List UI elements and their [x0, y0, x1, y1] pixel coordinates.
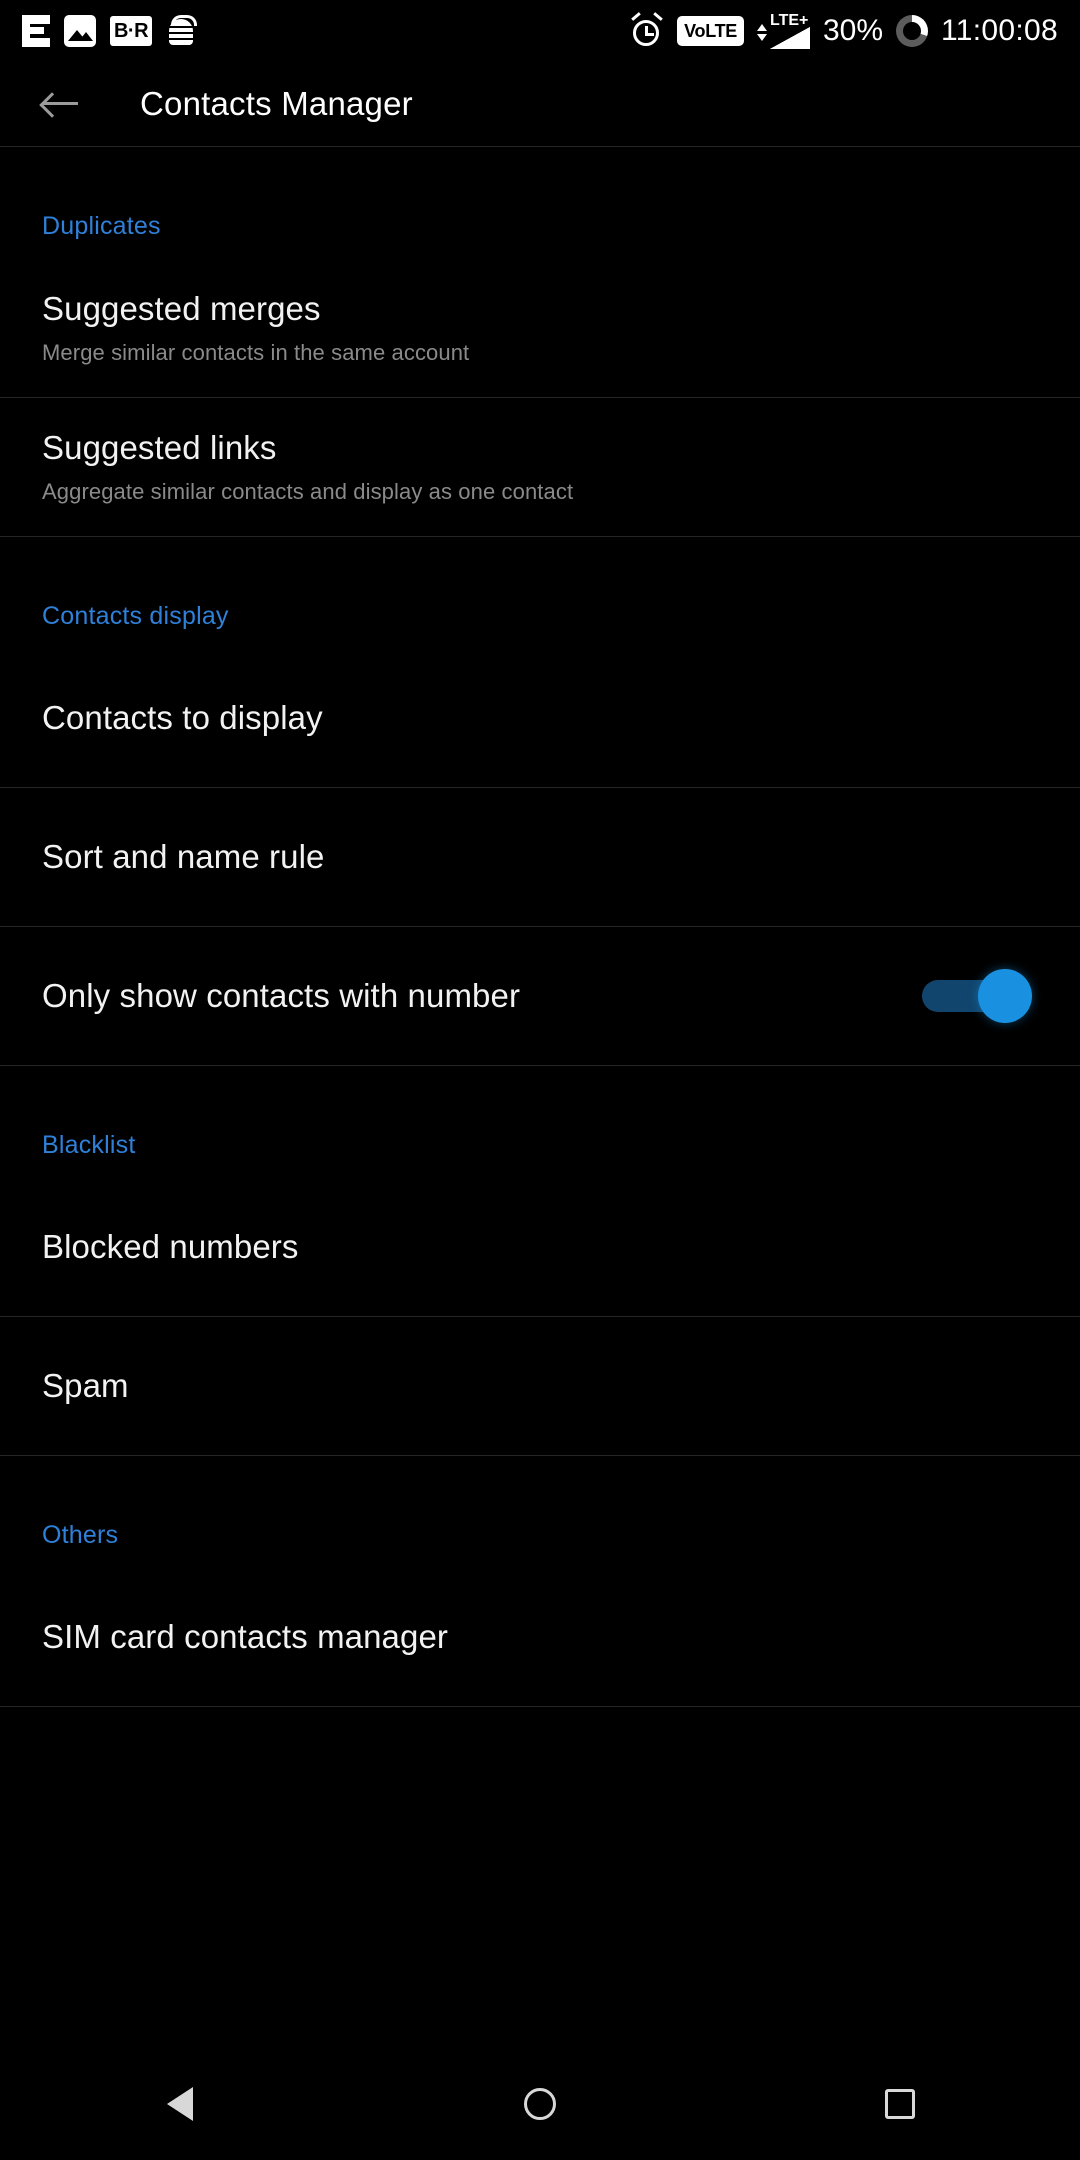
section-title: Others — [42, 1521, 119, 1549]
row-suggested-links[interactable]: Suggested links Aggregate similar contac… — [0, 398, 1080, 536]
volte-icon: VoLTE — [677, 16, 744, 46]
row-sim-card-contacts-manager[interactable]: SIM card contacts manager — [0, 1568, 1080, 1706]
section-header-blacklist: Blacklist — [0, 1066, 1080, 1178]
row-suggested-merges[interactable]: Suggested merges Merge similar contacts … — [0, 259, 1080, 397]
only-show-contacts-with-number-toggle[interactable] — [922, 964, 1032, 1028]
section-header-duplicates: Duplicates — [0, 147, 1080, 259]
clock-label: 11:00:08 — [941, 14, 1058, 47]
recents-square-icon — [885, 2089, 915, 2119]
nav-recents-button[interactable] — [825, 2048, 975, 2160]
row-spam[interactable]: Spam — [0, 1317, 1080, 1455]
row-title: SIM card contacts manager — [42, 1618, 449, 1655]
battery-percent-label: 30% — [823, 14, 884, 47]
row-subtitle: Merge similar contacts in the same accou… — [42, 340, 470, 365]
battery-icon — [896, 15, 929, 47]
page-title: Contacts Manager — [140, 85, 413, 122]
status-right-icons: VoLTE LTE+ 30% 11:00:08 — [630, 12, 1058, 49]
row-title: Suggested links — [42, 429, 277, 466]
app-bar: Contacts Manager — [0, 62, 1080, 146]
back-button[interactable] — [32, 75, 90, 133]
system-navigation-bar — [0, 2048, 1080, 2160]
row-title: Spam — [42, 1367, 129, 1404]
data-arrows-icon — [757, 15, 767, 49]
row-title: Only show contacts with number — [42, 977, 521, 1014]
nav-back-button[interactable] — [105, 2048, 255, 2160]
row-title: Contacts to display — [42, 699, 323, 736]
android-bug-icon — [166, 15, 197, 47]
status-bar: B·R VoLTE LTE+ 30% 11:00:08 — [0, 0, 1080, 62]
row-divider — [0, 1706, 1080, 1707]
signal-bars-icon — [770, 27, 810, 49]
row-title: Suggested merges — [42, 290, 321, 327]
br-badge-icon: B·R — [110, 16, 152, 46]
row-title: Blocked numbers — [42, 1228, 299, 1265]
settings-list: Duplicates Suggested merges Merge simila… — [0, 147, 1080, 1707]
network-type-label: LTE+ — [770, 12, 809, 29]
notification-e-icon — [22, 15, 50, 47]
section-header-others: Others — [0, 1456, 1080, 1568]
section-header-contacts-display: Contacts display — [0, 537, 1080, 649]
row-blocked-numbers[interactable]: Blocked numbers — [0, 1178, 1080, 1316]
section-title: Duplicates — [42, 212, 161, 240]
nav-home-button[interactable] — [465, 2048, 615, 2160]
row-only-show-contacts-with-number[interactable]: Only show contacts with number — [0, 927, 1080, 1065]
row-sort-and-name-rule[interactable]: Sort and name rule — [0, 788, 1080, 926]
toggle-thumb — [978, 969, 1032, 1023]
signal-strength-icon: LTE+ — [757, 13, 810, 49]
status-left-icons: B·R — [22, 15, 197, 47]
row-title: Sort and name rule — [42, 838, 325, 875]
back-triangle-icon — [167, 2087, 193, 2121]
section-title: Blacklist — [42, 1131, 136, 1159]
row-contacts-to-display[interactable]: Contacts to display — [0, 649, 1080, 787]
row-subtitle: Aggregate similar contacts and display a… — [42, 479, 574, 504]
section-title: Contacts display — [42, 602, 229, 630]
back-arrow-icon — [42, 90, 80, 118]
alarm-icon — [630, 12, 664, 48]
home-circle-icon — [524, 2088, 556, 2120]
photo-icon — [64, 15, 96, 47]
